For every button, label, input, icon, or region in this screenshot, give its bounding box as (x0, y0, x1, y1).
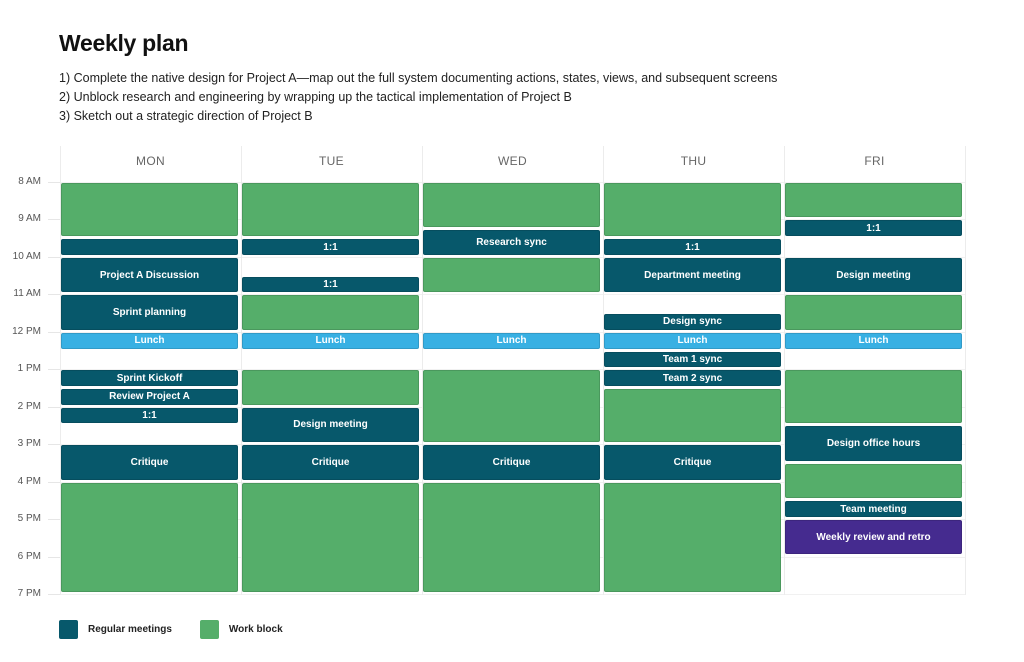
hour-label: 6 PM (17, 550, 41, 562)
meeting-block[interactable]: Critique (604, 445, 781, 480)
hour-tick (48, 331, 60, 333)
meeting-block[interactable]: Sprint planning (61, 295, 238, 330)
work-block[interactable] (61, 482, 238, 592)
hour-tick (48, 369, 60, 371)
hour-label: 12 PM (12, 325, 41, 337)
meeting-block[interactable]: Team 2 sync (604, 370, 781, 386)
work-block[interactable] (242, 370, 419, 405)
hour-tick (48, 219, 60, 221)
meeting-block[interactable]: 1:1 (61, 407, 238, 424)
meeting-block[interactable]: 1:1 (785, 220, 962, 237)
meeting-block[interactable]: Design office hours (785, 426, 962, 461)
day-header: TUE (319, 154, 344, 168)
meeting-block[interactable]: Weekly review and retro (785, 520, 962, 555)
work-block[interactable] (423, 257, 600, 293)
legend-item: Work block (199, 620, 283, 639)
day-header: FRI (864, 154, 885, 168)
hour-tick (48, 294, 60, 296)
hour-label: 8 AM (18, 176, 41, 187)
hour-tick (48, 556, 60, 558)
hour-label: 11 AM (13, 288, 41, 300)
legend-label: Regular meetings (88, 624, 172, 635)
meeting-block[interactable]: Sprint Kickoff (61, 370, 238, 386)
work-block[interactable] (604, 388, 781, 443)
meeting-block[interactable]: Department meeting (604, 257, 781, 293)
day-header: THU (680, 154, 707, 168)
lunch-block[interactable]: Lunch (61, 332, 238, 349)
meeting-block[interactable]: Team 1 sync (604, 351, 781, 368)
work-block[interactable] (604, 183, 781, 237)
hour-label: 1 PM (17, 363, 41, 375)
meeting-block[interactable]: Critique (423, 445, 600, 480)
hour-label: 4 PM (17, 475, 41, 487)
legend-swatch (199, 620, 219, 639)
meeting-block[interactable]: Design meeting (785, 257, 962, 293)
work-block[interactable] (785, 463, 962, 499)
meeting-block[interactable]: Review Project A (61, 388, 238, 405)
lunch-block[interactable]: Lunch (785, 332, 962, 349)
work-block[interactable] (785, 370, 962, 424)
meeting-block[interactable]: Critique (61, 445, 238, 480)
day-header: MON (136, 154, 165, 168)
hour-label: 3 PM (17, 438, 41, 450)
meeting-block[interactable]: 1:1 (242, 239, 419, 255)
hour-label: 10 AM (12, 250, 41, 262)
hour-tick (48, 481, 60, 483)
work-block[interactable] (242, 295, 419, 330)
meeting-block[interactable]: Research sync (423, 229, 600, 255)
hour-label: 7 PM (17, 587, 41, 599)
legend-item: Regular meetings (59, 620, 172, 639)
legend-label: Work block (228, 624, 283, 635)
hour-tick (48, 256, 60, 258)
work-block[interactable] (423, 370, 600, 443)
lunch-block[interactable]: Lunch (423, 332, 600, 349)
meeting-block[interactable] (61, 239, 238, 255)
work-block[interactable] (242, 482, 419, 592)
hour-tick (48, 519, 60, 521)
meeting-block[interactable]: 1:1 (604, 239, 781, 255)
meeting-block[interactable]: Team meeting (785, 501, 962, 518)
work-block[interactable] (423, 482, 600, 592)
hour-tick (48, 182, 60, 183)
work-block[interactable] (785, 295, 962, 330)
hour-label: 5 PM (17, 513, 41, 525)
meeting-block[interactable]: Project A Discussion (61, 257, 238, 293)
work-block[interactable] (785, 183, 962, 218)
hour-tick (48, 444, 60, 446)
hour-tick (48, 593, 60, 595)
hour-label: 2 PM (17, 400, 41, 412)
legend: Regular meetings Work block (59, 620, 311, 639)
meeting-block[interactable]: Design meeting (242, 407, 419, 443)
work-block[interactable] (604, 482, 781, 592)
hour-label: 9 AM (18, 213, 41, 225)
legend-swatch (59, 620, 78, 639)
lunch-block[interactable]: Lunch (604, 332, 781, 349)
lunch-block[interactable]: Lunch (242, 332, 419, 349)
hour-tick (48, 406, 60, 408)
work-block[interactable] (423, 183, 600, 227)
work-block[interactable] (61, 183, 238, 237)
meeting-block[interactable]: 1:1 (242, 276, 419, 293)
day-header: WED (498, 154, 527, 168)
meeting-block[interactable]: Critique (242, 445, 419, 480)
work-block[interactable] (242, 183, 419, 237)
weekly-calendar-grid: 8 AM 9 AM 10 AM 11 AM 12 PM 1 PM 2 PM 3 PM 4 PM 5… (0, 0, 1024, 662)
meeting-block[interactable]: Design sync (604, 314, 781, 330)
